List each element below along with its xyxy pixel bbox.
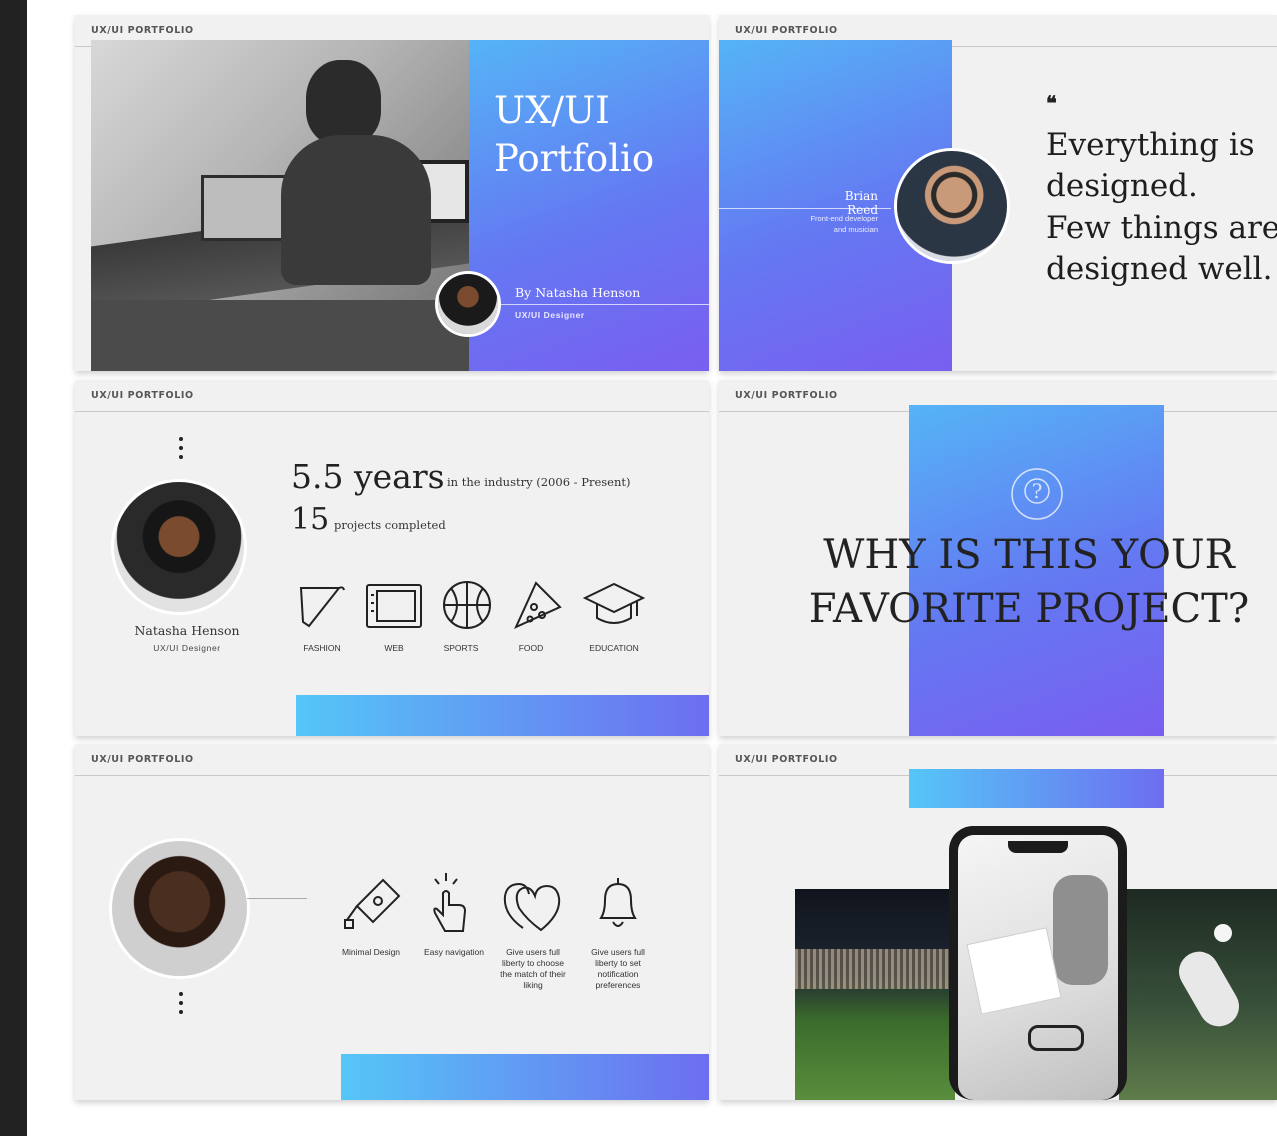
person-name: Brian Reed: [844, 189, 878, 217]
pizza-icon: [513, 581, 562, 630]
quote-line-4: designed well.: [1046, 251, 1273, 287]
author-divider: [500, 304, 709, 305]
author-name: By Natasha Henson: [515, 285, 641, 300]
slide-title[interactable]: UX/UI PORTFOLIO UX/UI Portfolio By Natas…: [75, 15, 709, 371]
basketball-icon: [443, 581, 491, 629]
svg-text:?: ?: [1032, 479, 1043, 503]
slide-header-label: UX/UI PORTFOLIO: [91, 754, 194, 765]
slide-header-label: UX/UI PORTFOLIO: [91, 25, 194, 36]
slide-header: UX/UI PORTFOLIO: [75, 744, 709, 776]
accent-bar: [296, 695, 709, 736]
category-label: FOOD: [518, 643, 544, 653]
accent-bar: [341, 1054, 709, 1100]
question-icon: ?: [1011, 468, 1063, 520]
person-divider: [719, 208, 891, 209]
window-left-edge: [0, 0, 27, 1136]
slide-header-label: UX/UI PORTFOLIO: [735, 25, 838, 36]
feature-label: Easy navigation: [423, 947, 484, 957]
hearts-icon: [503, 882, 561, 932]
slide-header: UX/UI PORTFOLIO: [75, 380, 709, 412]
category-label: EDUCATION: [589, 643, 639, 653]
phone-mockup: [949, 826, 1127, 1100]
hanger-icon: [299, 586, 345, 628]
question-line-1: WHY IS THIS YOUR: [823, 532, 1235, 578]
feature-label: Minimal Design: [341, 947, 401, 957]
feature-label: Give users full liberty to choose the ma…: [500, 947, 566, 990]
tablet-icon: [366, 584, 422, 628]
avatar: [897, 151, 1007, 261]
slide-header-label: UX/UI PORTFOLIO: [735, 390, 838, 401]
profile-name: Natasha Henson: [134, 623, 240, 638]
author-role: UX/UI Designer: [515, 310, 585, 320]
title-line-1: UX/UI: [494, 89, 610, 132]
connector-line: [247, 898, 307, 899]
quote-line-1: Everything is: [1046, 127, 1255, 163]
category-label: FASHION: [303, 643, 341, 653]
years-value: 5.5 years: [291, 457, 445, 496]
pen-tool-icon: [344, 878, 401, 929]
avatar: [114, 482, 244, 612]
accent-bar: [909, 769, 1164, 808]
graduation-cap-icon: [583, 582, 645, 624]
quote-mark: ❝: [1046, 93, 1057, 115]
slide-mockups[interactable]: UX/UI PORTFOLIO: [719, 744, 1277, 1100]
feature-label: Give users full liberty to set notificat…: [591, 947, 645, 990]
avatar: [112, 841, 247, 976]
soccer-player-photo: [1119, 889, 1277, 1100]
quote-line-2: designed.: [1046, 168, 1198, 204]
projects-value: 15: [291, 502, 330, 537]
category-label: SPORTS: [443, 643, 479, 653]
person-role-2: and musician: [833, 225, 878, 234]
profile-role: UX/UI Designer: [153, 643, 221, 653]
person-role-1: Front-end developer: [810, 214, 878, 223]
projects-caption: projects completed: [334, 518, 446, 532]
slide-question[interactable]: UX/UI PORTFOLIO ? WHY IS THIS YOUR FAVOR…: [719, 380, 1277, 736]
pointer-hand-icon: [433, 873, 467, 932]
slide-header-label: UX/UI PORTFOLIO: [735, 754, 838, 765]
slide-header-label: UX/UI PORTFOLIO: [91, 390, 194, 401]
vertical-dots-icon: [179, 437, 183, 464]
category-label: WEB: [384, 643, 404, 653]
slide-stats[interactable]: UX/UI PORTFOLIO Natasha Henson UX/UI Des…: [75, 380, 709, 736]
bell-icon: [599, 878, 637, 927]
vertical-dots-icon: [179, 992, 183, 1019]
years-caption: in the industry (2006 - Present): [447, 475, 631, 489]
designer-at-desk-photo: [91, 40, 469, 371]
slide-features[interactable]: UX/UI PORTFOLIO Minimal Design Easy navi…: [75, 744, 709, 1100]
title-line-2: Portfolio: [494, 137, 655, 180]
stadium-photo: [795, 889, 955, 1100]
quote-line-3: Few things are: [1046, 210, 1277, 246]
avatar: [438, 274, 498, 334]
question-line-2: FAVORITE PROJECT?: [808, 586, 1250, 632]
slide-quote[interactable]: UX/UI PORTFOLIO Brian Reed Front-end dev…: [719, 15, 1277, 371]
